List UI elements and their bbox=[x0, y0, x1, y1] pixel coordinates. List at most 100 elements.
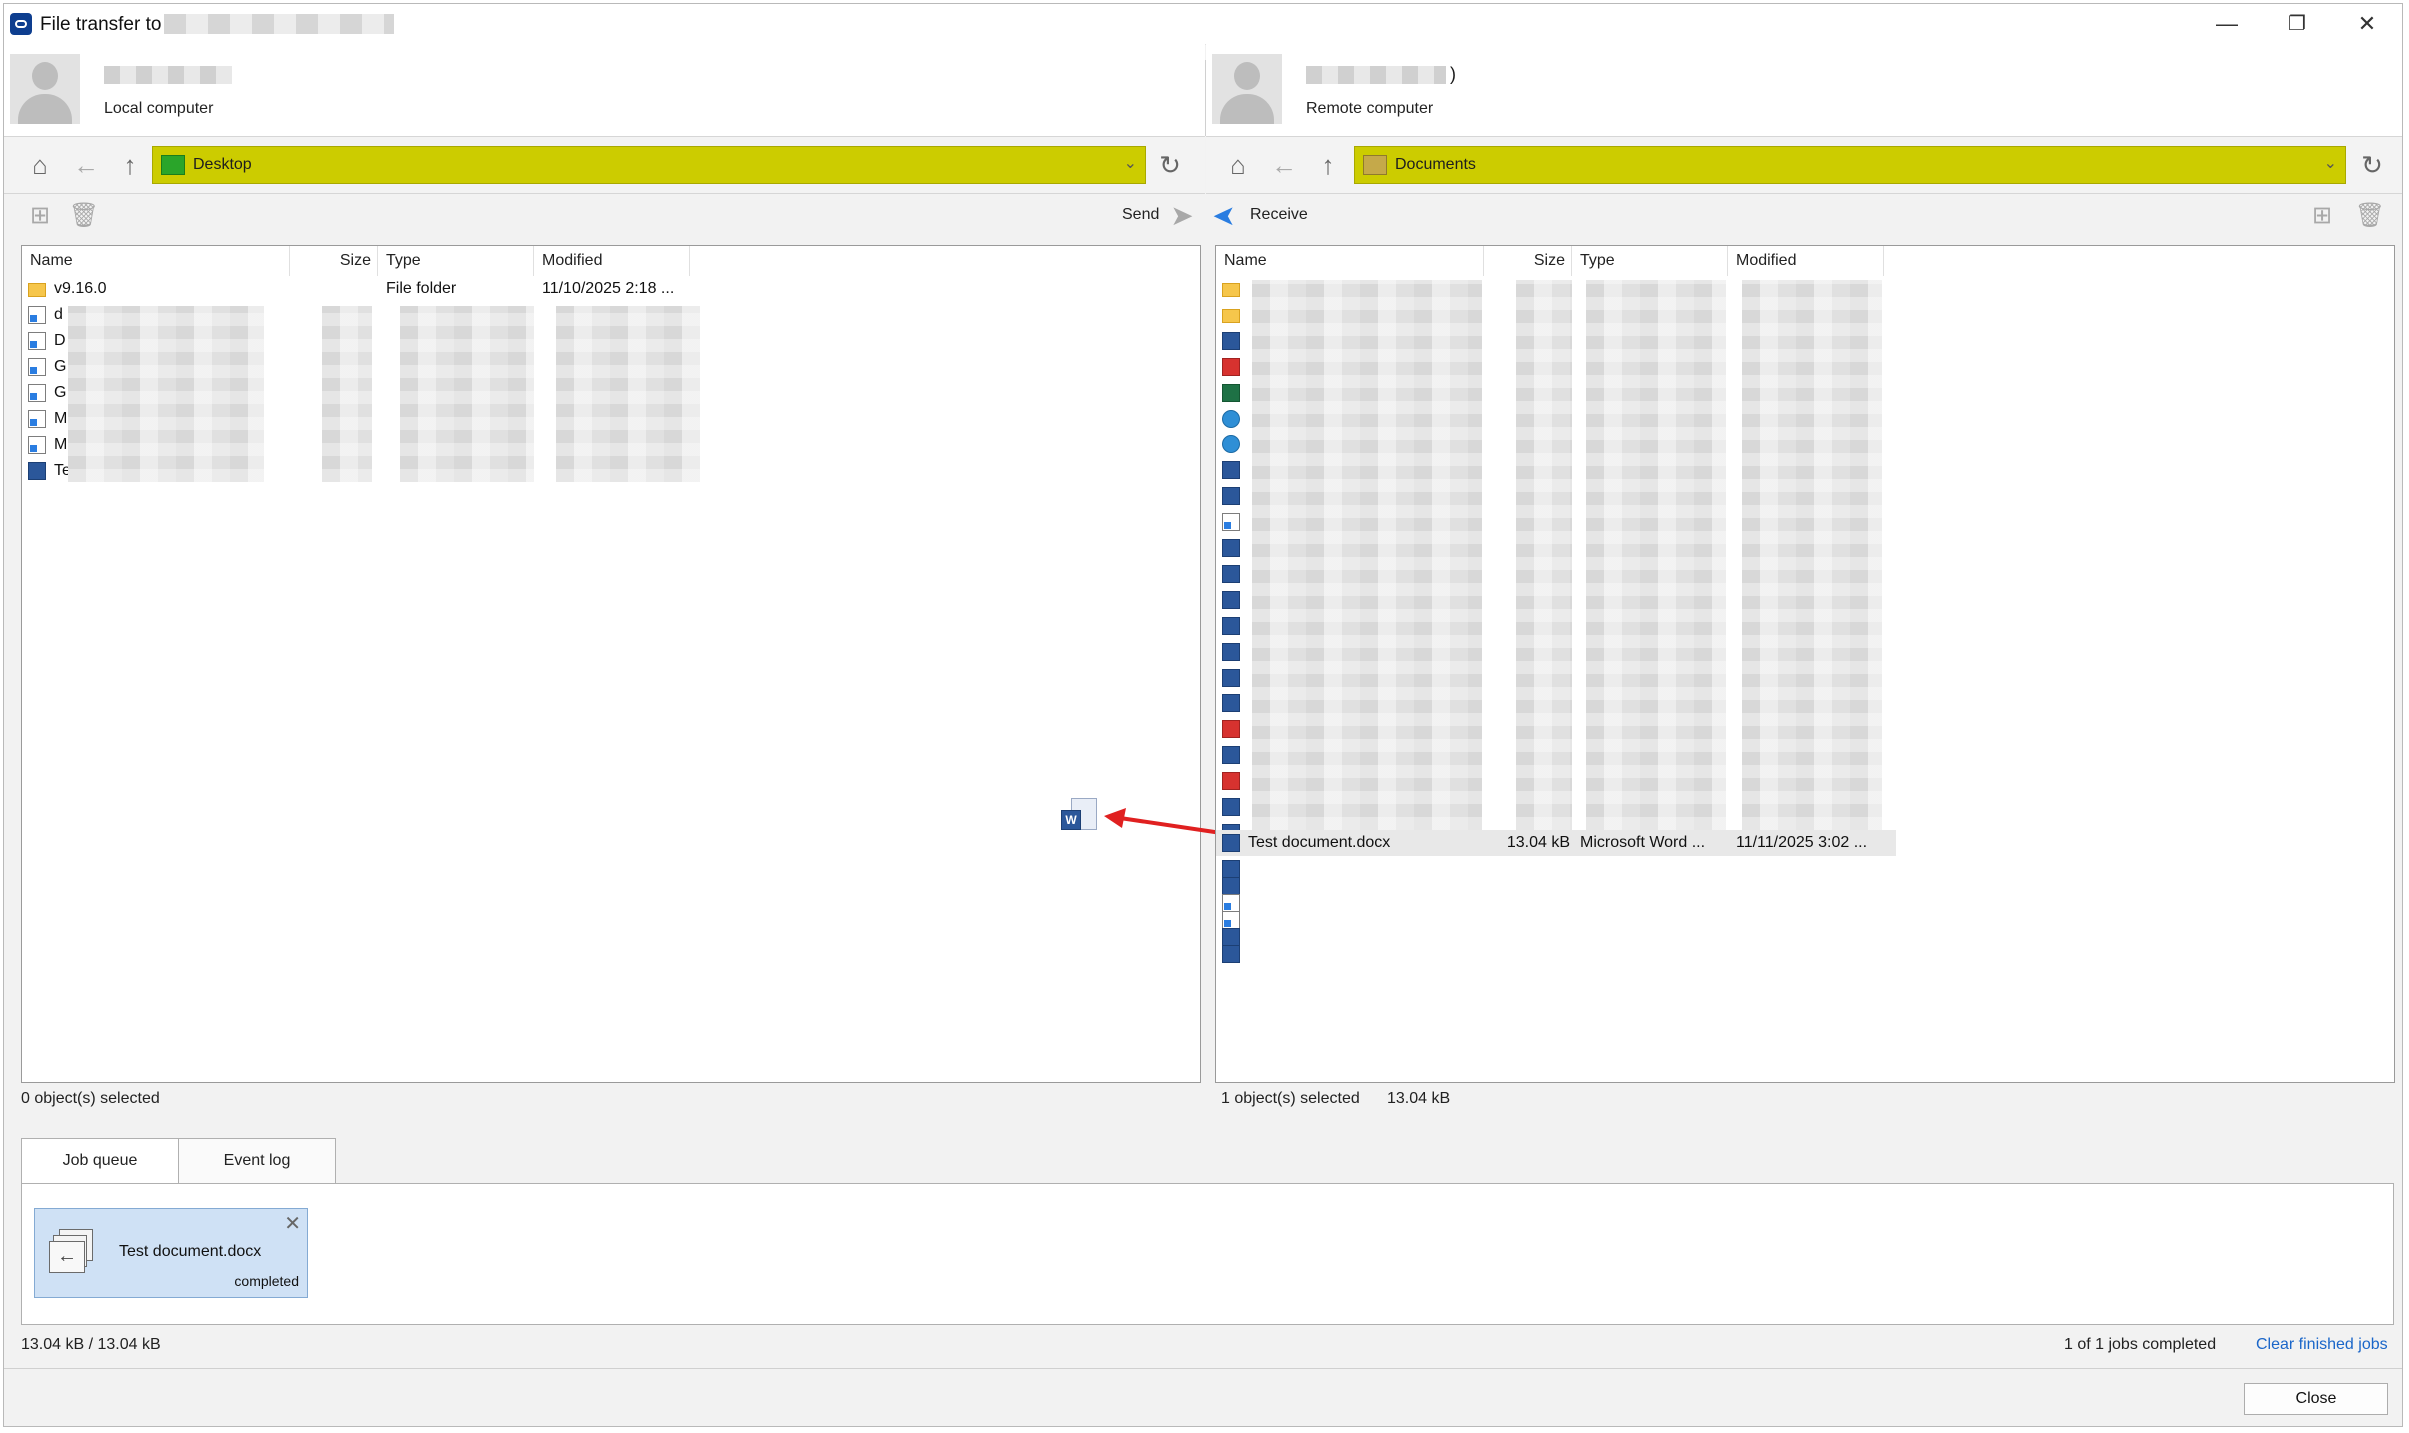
remote-delete-icon[interactable]: 🗑 bbox=[2354, 200, 2386, 232]
local-col-type[interactable]: Type bbox=[378, 246, 534, 276]
local-home-icon[interactable]: ⌂ bbox=[24, 149, 56, 181]
redacted-remote-user bbox=[1306, 66, 1446, 84]
dialog-footer: Close bbox=[4, 1368, 2402, 1426]
table-row[interactable] bbox=[1216, 406, 1246, 432]
pdf-icon bbox=[1222, 357, 1240, 376]
local-new-folder-icon[interactable]: ⊞ bbox=[24, 200, 56, 232]
minimize-button[interactable]: — bbox=[2192, 4, 2262, 44]
table-row[interactable] bbox=[1216, 941, 1246, 967]
table-row[interactable] bbox=[1216, 742, 1246, 768]
chevron-down-icon: ⌄ bbox=[1123, 155, 1137, 172]
redacted-dates bbox=[556, 306, 700, 482]
job-card[interactable]: ← Test document.docx completed ✕ bbox=[34, 1208, 308, 1298]
receive-arrow-icon[interactable]: ➤ bbox=[1208, 200, 1240, 232]
close-window-button[interactable]: ✕ bbox=[2332, 4, 2402, 44]
table-row[interactable]: v9.16.0 File folder 11/10/2025 2:18 ... bbox=[22, 276, 722, 302]
clear-finished-jobs-link[interactable]: Clear finished jobs bbox=[2256, 1336, 2388, 1354]
local-col-modified[interactable]: Modified bbox=[534, 246, 690, 276]
teamviewer-app-icon bbox=[10, 13, 32, 35]
send-button[interactable]: Send bbox=[1122, 206, 1159, 224]
word-icon bbox=[1222, 590, 1240, 609]
table-row[interactable] bbox=[1216, 380, 1246, 406]
local-path-dropdown[interactable]: Desktop ⌄ bbox=[152, 146, 1146, 184]
remote-new-folder-icon[interactable]: ⊞ bbox=[2306, 200, 2338, 232]
remote-refresh-icon[interactable]: ↻ bbox=[2356, 149, 2388, 181]
remote-up-icon[interactable]: ↑ bbox=[1312, 149, 1344, 181]
redacted-local-name bbox=[104, 66, 232, 84]
drag-arrow-icon bbox=[1104, 808, 1229, 836]
remote-path-dropdown[interactable]: Documents ⌄ bbox=[1354, 146, 2346, 184]
word-icon bbox=[1222, 487, 1240, 506]
receive-button[interactable]: Receive bbox=[1250, 206, 1308, 224]
table-row[interactable] bbox=[1216, 639, 1246, 665]
table-row[interactable] bbox=[1216, 535, 1246, 561]
word-icon bbox=[1222, 746, 1240, 765]
word-icon bbox=[1222, 668, 1240, 687]
folder-icon bbox=[1222, 308, 1240, 323]
local-back-icon[interactable]: ← bbox=[70, 149, 102, 181]
window-title: File transfer to bbox=[40, 14, 162, 35]
selected-file-name: Test document.docx bbox=[1248, 834, 1391, 851]
table-row[interactable] bbox=[1216, 276, 1246, 302]
remote-col-size[interactable]: Size bbox=[1484, 246, 1572, 276]
table-row[interactable] bbox=[1216, 768, 1246, 794]
table-row[interactable] bbox=[1216, 716, 1246, 742]
table-row[interactable] bbox=[1216, 665, 1246, 691]
word-icon bbox=[1222, 616, 1240, 635]
table-row[interactable] bbox=[1216, 328, 1246, 354]
table-row[interactable] bbox=[1216, 457, 1246, 483]
shortcut-icon bbox=[28, 306, 46, 324]
table-row[interactable] bbox=[1216, 794, 1246, 820]
local-up-icon[interactable]: ↑ bbox=[114, 149, 146, 181]
remote-col-name[interactable]: Name bbox=[1216, 246, 1484, 276]
table-row[interactable] bbox=[1216, 483, 1246, 509]
remote-col-type[interactable]: Type bbox=[1572, 246, 1728, 276]
restore-button[interactable]: ❐ bbox=[2262, 4, 2332, 44]
remote-back-icon[interactable]: ← bbox=[1268, 149, 1300, 181]
local-refresh-icon[interactable]: ↻ bbox=[1154, 149, 1186, 181]
local-nav-bar: ⌂ ← ↑ Desktop ⌄ ↻ bbox=[4, 136, 1205, 194]
edge-icon bbox=[1222, 435, 1240, 454]
local-col-size[interactable]: Size bbox=[290, 246, 378, 276]
job-close-icon[interactable]: ✕ bbox=[284, 1211, 301, 1236]
folder-icon bbox=[28, 283, 46, 297]
table-row[interactable] bbox=[1216, 561, 1246, 587]
table-row[interactable] bbox=[1216, 509, 1246, 535]
redacted-names bbox=[68, 306, 264, 482]
table-row[interactable] bbox=[1216, 690, 1246, 716]
shortcut-icon bbox=[28, 436, 46, 454]
remote-file-list[interactable]: Name Size Type Modified Test document.do… bbox=[1215, 245, 2395, 1083]
remote-home-icon[interactable]: ⌂ bbox=[1222, 149, 1254, 181]
table-row[interactable] bbox=[1216, 613, 1246, 639]
shortcut-icon bbox=[1222, 513, 1240, 532]
dragged-word-file-icon[interactable]: W bbox=[1061, 798, 1099, 838]
local-col-name[interactable]: Name bbox=[22, 246, 290, 276]
file-transfer-window: File transfer to — ❐ ✕ Local computer ) … bbox=[3, 3, 2403, 1427]
jobs-completed-text: 1 of 1 jobs completed bbox=[2064, 1336, 2217, 1353]
remote-pane-header: ) Remote computer bbox=[1206, 44, 2402, 136]
word-icon bbox=[1222, 331, 1240, 350]
remote-toolbar: ➤ Receive ⊞ 🗑 bbox=[1206, 194, 2402, 238]
job-file-name: Test document.docx bbox=[119, 1243, 262, 1260]
remote-path-text: Documents bbox=[1395, 156, 1476, 173]
close-button[interactable]: Close bbox=[2244, 1383, 2388, 1415]
transfer-files-icon: ← bbox=[49, 1229, 93, 1273]
tab-event-log[interactable]: Event log bbox=[178, 1138, 336, 1184]
send-arrow-icon[interactable]: ➤ bbox=[1166, 200, 1198, 232]
table-row[interactable] bbox=[1216, 302, 1246, 328]
word-icon bbox=[1222, 694, 1240, 713]
shortcut-icon bbox=[28, 410, 46, 428]
selected-table-row[interactable]: Test document.docx 13.04 kB Microsoft Wo… bbox=[1216, 830, 1896, 856]
transfer-progress-text: 13.04 kB / 13.04 kB bbox=[21, 1336, 161, 1353]
local-delete-icon[interactable]: 🗑 bbox=[68, 200, 100, 232]
local-selection-status: 0 object(s) selected bbox=[21, 1090, 160, 1107]
table-row[interactable] bbox=[1216, 354, 1246, 380]
tab-job-queue[interactable]: Job queue bbox=[21, 1138, 179, 1185]
table-row[interactable] bbox=[1216, 431, 1246, 457]
table-row[interactable] bbox=[1216, 587, 1246, 613]
local-file-list[interactable]: Name Size Type Modified v9.16.0 File fol… bbox=[21, 245, 1201, 1083]
desktop-folder-icon bbox=[161, 155, 185, 175]
remote-col-modified[interactable]: Modified bbox=[1728, 246, 1884, 276]
word-icon bbox=[1222, 564, 1240, 583]
pdf-icon bbox=[1222, 720, 1240, 739]
